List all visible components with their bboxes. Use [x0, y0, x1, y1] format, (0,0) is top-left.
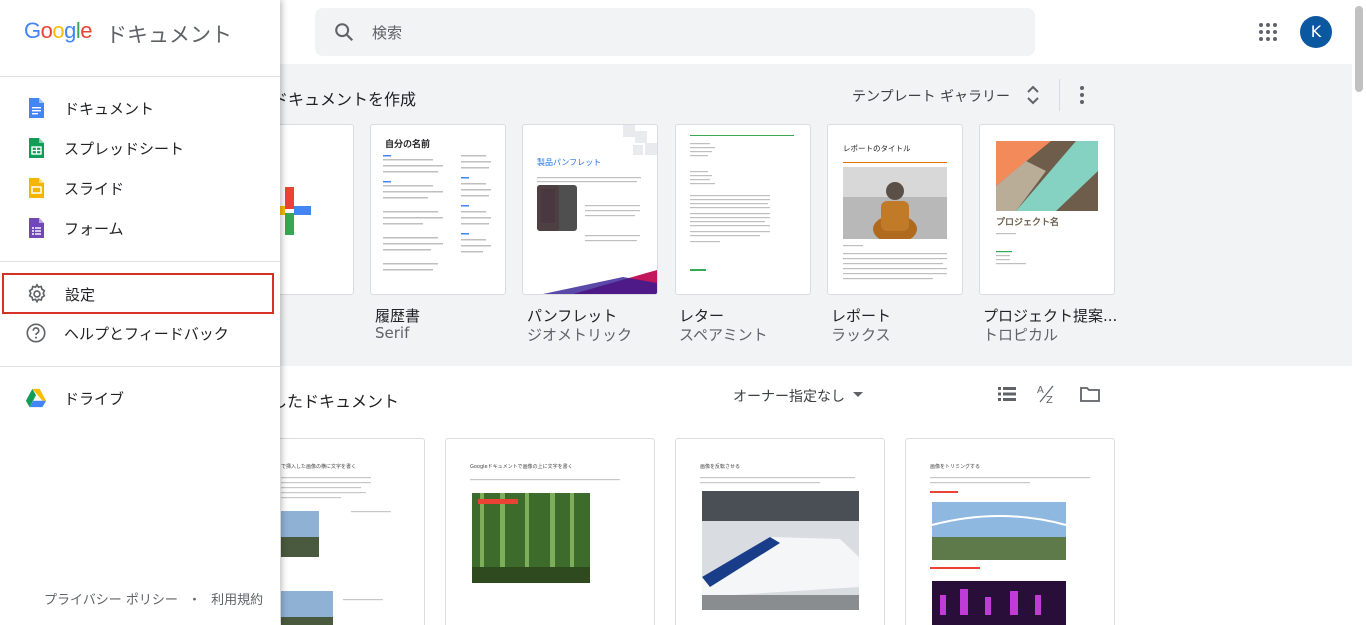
document-thumb-title: 画像をトリミングする [930, 464, 981, 470]
template-subtitle: スペアミント [679, 326, 768, 344]
apps-grid-icon[interactable] [1256, 20, 1280, 44]
template-name: 履歴書 [375, 307, 421, 325]
nav-item-drive[interactable]: ドライブ [0, 378, 280, 418]
recent-documents-title: したドキュメント [271, 392, 400, 411]
nav-item-label: ヘルプとフィードバック [64, 325, 229, 343]
nav-item-sheets[interactable]: スプレッドシート [0, 128, 280, 168]
nav-item-docs[interactable]: ドキュメント [0, 88, 280, 128]
template-thumb-title: 製品パンフレット [537, 158, 602, 167]
template-subtitle: トロピカル [983, 326, 1059, 344]
nav-item-label: スプレッドシート [64, 140, 185, 158]
template-subtitle: ラックス [831, 326, 891, 344]
template-report[interactable]: レポートのタイトル [827, 124, 963, 295]
document-card[interactable]: 画像を反転させる [675, 438, 885, 625]
template-brochure[interactable]: 製品パンフレット [522, 124, 658, 295]
template-thumb-lines [843, 245, 947, 280]
template-section-title: ドキュメントを作成 [272, 90, 417, 109]
nav-item-label: ドライブ [64, 390, 125, 408]
accent-rule [690, 135, 794, 136]
gear-icon [28, 283, 46, 304]
nav-item-label: スライド [64, 180, 125, 198]
document-card[interactable]: 画像をトリミングする [905, 438, 1115, 625]
sort-az-icon[interactable]: A Z [1036, 384, 1058, 404]
nav-item-label: 設定 [65, 286, 96, 304]
template-thumb-photo [843, 167, 947, 239]
document-thumb [700, 477, 859, 610]
template-thumb-lines [690, 143, 770, 271]
nav-item-label: ドキュメント [64, 100, 155, 118]
template-thumb-lines [383, 155, 491, 271]
document-thumb-title: Googleドキュメントで画像の上に文字を書く [470, 464, 573, 470]
template-name: プロジェクト提案... [983, 307, 1118, 325]
template-subtitle: Serif [375, 324, 410, 342]
template-project-proposal[interactable]: プロジェクト名 [979, 124, 1115, 295]
template-name: レポート [831, 307, 892, 325]
scrollbar-thumb[interactable] [1355, 6, 1363, 92]
folder-icon[interactable] [1079, 384, 1101, 404]
document-thumb-title: 画像を反転させる [700, 464, 741, 470]
divider [1059, 79, 1060, 111]
dropdown-caret-icon[interactable] [853, 392, 863, 397]
nav-item-help[interactable]: ヘルプとフィードバック [0, 313, 280, 353]
document-thumb [470, 479, 620, 583]
google-logo: Google [24, 18, 93, 43]
template-thumb-graphic [996, 141, 1098, 211]
nav-item-settings[interactable]: 設定 [2, 273, 274, 314]
template-thumb-title: レポートのタイトル [843, 144, 911, 153]
template-name: レター [679, 307, 725, 325]
help-icon [26, 323, 46, 343]
drawer-footer: プライバシー ポリシー ・ 利用規約 [44, 589, 263, 608]
drive-icon [25, 388, 47, 408]
footer-separator: ・ [188, 593, 202, 608]
nav-item-label: フォーム [64, 220, 124, 238]
more-options-icon[interactable] [1072, 84, 1092, 106]
app-name: ドキュメント [106, 23, 232, 47]
template-letter[interactable] [675, 124, 811, 295]
app-logo[interactable]: Google ドキュメント [24, 18, 232, 48]
account-avatar[interactable]: K [1300, 16, 1332, 48]
owner-filter-dropdown[interactable]: オーナー指定なし [733, 386, 845, 406]
divider [0, 261, 280, 262]
template-name: パンフレット [527, 307, 618, 325]
docs-icon [29, 98, 44, 118]
list-view-icon[interactable] [996, 384, 1018, 404]
template-gallery-button[interactable]: テンプレート ギャラリー [852, 86, 1010, 106]
search-input[interactable]: 検索 [372, 22, 402, 43]
template-thumb-lines [996, 233, 1026, 265]
accent-rule [843, 162, 947, 163]
document-card[interactable]: Googleドキュメントで画像の上に文字を書く [445, 438, 655, 625]
expand-collapse-icon[interactable] [1026, 85, 1040, 105]
svg-text:Z: Z [1046, 395, 1053, 404]
template-thumb-title: プロジェクト名 [996, 218, 1060, 228]
forms-icon [29, 218, 44, 238]
template-subtitle: ジオメトリック [527, 326, 633, 344]
template-resume[interactable]: 自分の名前 [370, 124, 506, 295]
document-thumb-title: で挿入した画像の横に文字を書く [281, 464, 357, 470]
slides-icon [29, 178, 44, 198]
navigation-drawer: Google ドキュメント ドキュメント スプレッドシート スライド フォーム … [0, 0, 280, 625]
search-icon[interactable] [333, 21, 355, 43]
template-thumb-title: 自分の名前 [385, 140, 431, 150]
scrollbar-track[interactable] [1352, 0, 1366, 625]
nav-item-slides[interactable]: スライド [0, 168, 280, 208]
document-thumb [281, 477, 391, 625]
terms-link[interactable]: 利用規約 [211, 593, 263, 608]
template-thumb-graphic [537, 125, 657, 294]
svg-text:A: A [1037, 385, 1044, 396]
divider [0, 76, 280, 77]
nav-item-forms[interactable]: フォーム [0, 208, 280, 248]
search-bar[interactable]: 検索 [315, 8, 1035, 56]
privacy-policy-link[interactable]: プライバシー ポリシー [44, 593, 178, 608]
document-thumb [930, 477, 1090, 625]
divider [0, 366, 280, 367]
sheets-icon [29, 138, 44, 158]
